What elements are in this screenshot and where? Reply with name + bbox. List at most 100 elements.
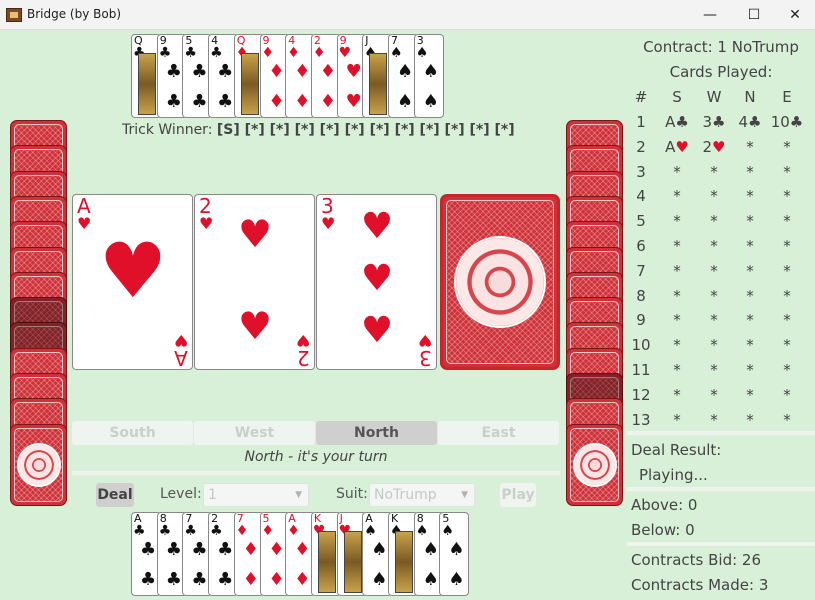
table-cell: * [746,311,754,330]
card-back-medallion [454,236,546,328]
row-number: 12 [631,385,651,404]
card-suit-icon: ♦ [312,45,326,61]
card-suit-icon: ♠ [415,45,429,61]
card-pip: ♦ [268,569,285,590]
card-pip: ♦ [268,91,285,112]
row-number: 5 [636,212,646,231]
played-card: A ♥ A ♥ ♥ [72,194,193,370]
table-cell: * [746,162,754,181]
heart-icon: ♥ [417,331,432,350]
row-number: 7 [636,261,646,280]
card-pip: ♣ [217,569,234,590]
divider [627,431,815,435]
turn-status: North - it's your turn [244,449,388,465]
row-number: 10 [631,336,651,355]
card-back [566,423,623,506]
heart-icon: ♥ [77,214,92,233]
contracts-bid: Contracts Bid: 26 [631,551,761,569]
table-cell: * [783,385,791,404]
table-cell: * [710,361,718,379]
row-number: 13 [631,410,651,429]
table-cell: * [783,237,791,255]
card-pip: ♠ [448,569,465,590]
card-suit-icon: ♣ [184,45,197,61]
card-back-medallion [16,442,61,487]
cards-played-title: Cards Played: [669,63,773,81]
trick-winner-label: Trick Winner: [122,122,213,138]
face-card-art [138,53,156,115]
table-cell: * [710,237,718,255]
card-suit-icon: ♦ [235,523,249,539]
below-score: Below: 0 [631,521,695,539]
heart-icon: ♥ [321,214,336,233]
divider [72,471,560,475]
chevron-down-icon: ▼ [295,490,302,500]
level-label: Level: [160,486,202,502]
row-number: 3 [636,162,646,181]
card-suit-icon: ♠ [415,523,429,539]
card-pip: ♣ [165,91,182,112]
contract-text: Contract: 1 NoTrump [643,38,799,56]
table-header: # [634,88,648,106]
card-suit-icon: ♣ [184,523,197,539]
playing-card[interactable]: 5 ♠ ♠ ♠ [439,512,470,596]
card-pip: ♦ [319,91,337,112]
row-number: 9 [636,311,646,330]
face-card-art [317,531,336,593]
player-label-west: West [194,421,315,445]
card-suit-icon: ♣ [210,523,223,539]
face-card-art [369,53,388,115]
table-cell: * [783,336,791,355]
table-cell: * [673,261,681,280]
divider [627,487,815,491]
level-value: 1 [208,487,217,503]
card-pip: ♣ [217,539,234,560]
play-button[interactable]: Play [500,483,536,507]
table-cell: * [710,212,718,231]
card-pip: ♠ [422,61,439,82]
card-pip: ♦ [294,61,311,82]
table-cell: * [783,212,791,231]
table-cell: * [673,410,681,429]
table-cell: * [710,286,718,305]
card-rank: 3 [419,346,432,370]
card-suit-icon: ♠ [390,45,403,61]
card-suit-icon: ♠ [441,523,454,539]
table-cell: * [783,311,791,330]
table-cell: * [673,237,681,255]
table-cell: 4♣ [738,113,762,131]
table-cell: * [710,336,718,355]
heart-icon: ♥ [360,258,394,299]
table-cell: A♥ [665,137,689,156]
card-pip: ♠ [397,91,414,112]
score-panel: Contract: 1 NoTrump Cards Played: # S W N E 1… [627,31,815,600]
card-suit-icon: ♥ [338,45,352,61]
table-cell: 3♣ [702,113,726,131]
player-label-north: North [316,421,437,445]
deal-button[interactable]: Deal [96,483,134,507]
deal-result-value: Playing... [639,466,708,484]
table-cell: * [783,187,791,206]
playing-card[interactable]: 3 ♠ ♠ ♠ [413,34,444,118]
card-pip: ♠ [422,91,439,112]
card-pip: ♣ [165,539,182,560]
suit-value: NoTrump [374,487,437,503]
row-number: 11 [631,361,651,379]
player-label-south: South [72,421,193,445]
close-button[interactable]: ✕ [772,0,815,30]
card-suit-icon: ♣ [158,45,172,61]
row-number: 8 [636,286,646,305]
divider [627,542,815,546]
table-cell: * [673,187,681,206]
table-cell: * [746,361,754,379]
played-card: 2 ♥ 2 ♥ ♥ ♥ [194,194,315,370]
table-cell: * [746,261,754,280]
card-pip: ♥ [345,91,362,112]
suit-select[interactable]: NoTrump ▼ [369,483,475,507]
table-cell: * [710,311,718,330]
minimize-button[interactable]: — [687,0,733,30]
level-select[interactable]: 1 ▼ [203,483,309,507]
card-suit-icon: ♦ [261,523,275,539]
trick-winner: Trick Winner: [S] [*] [*] [*] [*] [*] [*… [122,122,515,138]
maximize-button[interactable]: ☐ [731,0,777,30]
